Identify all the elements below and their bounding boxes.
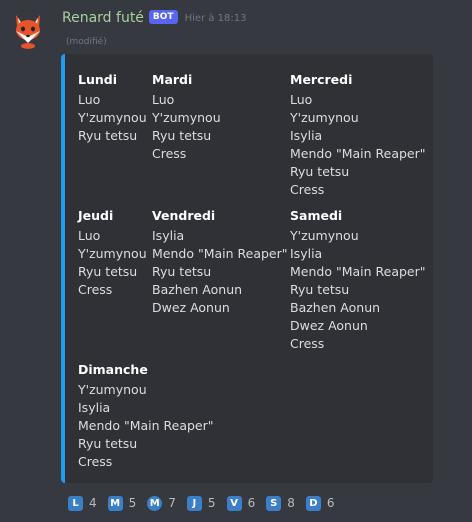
field-name: Jeudi [78, 208, 114, 223]
reaction-d[interactable]: D 6 [305, 493, 335, 513]
reaction-count: 4 [89, 496, 97, 510]
field-value: Ryu tetsu [78, 128, 138, 143]
reaction-count: 6 [326, 496, 335, 510]
reaction-l[interactable]: L 4 [68, 493, 97, 513]
field-value: Bazhen Aonun [152, 282, 243, 297]
field-value: Dwez Aonun [290, 318, 368, 333]
regional-indicator-s-icon: S [266, 495, 282, 511]
edited-label: (modifié) [66, 37, 107, 47]
field-value: Mendo "Main Reaper" [152, 246, 288, 261]
field-value: Ryu tetsu [78, 264, 138, 279]
reaction-count: 7 [168, 496, 176, 510]
embed-field-mardi: Mardi Luo Y'zumynou Ryu tetsu Cress [152, 71, 221, 163]
embed: Lundi Luo Y'zumynou Ryu tetsu Mardi Luo … [61, 54, 433, 483]
field-value: Isylia [290, 246, 323, 261]
field-value: Y'zumynou [152, 110, 221, 125]
field-value: Luo [78, 228, 101, 243]
reaction-j[interactable]: J 5 [186, 493, 216, 513]
embed-field-vendredi: Vendredi Isylia Mendo "Main Reaper" Ryu … [152, 207, 288, 317]
field-value: Y'zumynou [290, 110, 359, 125]
field-value: Luo [78, 92, 101, 107]
regional-indicator-m-icon: M [107, 495, 123, 511]
embed-field-dimanche: Dimanche Y'zumynou Isylia Mendo "Main Re… [78, 361, 214, 471]
regional-indicator-d-icon: D [305, 495, 321, 511]
field-value: Mendo "Main Reaper" [290, 146, 426, 161]
reaction-count: 5 [207, 496, 216, 510]
field-value: Y'zumynou [78, 110, 147, 125]
reactions-bar: L 4 M 5 M 7 J 5 V 6 S 8 D 6 [68, 493, 345, 513]
field-name: Mardi [152, 72, 193, 87]
field-value: Cress [290, 336, 325, 351]
regional-indicator-v-icon: V [226, 495, 242, 511]
username[interactable]: Renard futé [62, 10, 144, 26]
embed-field-samedi: Samedi Y'zumynou Isylia Mendo "Main Reap… [290, 207, 426, 353]
field-value: Isylia [78, 400, 111, 415]
field-value: Ryu tetsu [152, 264, 212, 279]
reaction-count: 5 [128, 496, 137, 510]
bot-badge: BOT [148, 10, 178, 24]
field-value: Cress [152, 146, 187, 161]
field-value: Mendo "Main Reaper" [78, 418, 214, 433]
message-header: Renard futé BOT Hier à 18:13 [62, 8, 246, 28]
field-name: Mercredi [290, 72, 353, 87]
field-value: Cress [78, 454, 113, 469]
field-value: Cress [290, 182, 325, 197]
embed-field-jeudi: Jeudi Luo Y'zumynou Ryu tetsu Cress [78, 207, 147, 299]
field-value: Y'zumynou [78, 246, 147, 261]
field-value: Isylia [290, 128, 323, 143]
field-value: Ryu tetsu [290, 282, 350, 297]
field-value: Luo [290, 92, 313, 107]
field-value: Y'zumynou [78, 382, 147, 397]
embed-field-lundi: Lundi Luo Y'zumynou Ryu tetsu [78, 71, 147, 145]
field-value: Mendo "Main Reaper" [290, 264, 426, 279]
regional-indicator-j-icon: J [186, 495, 202, 511]
field-value: Cress [78, 282, 113, 297]
reaction-m[interactable]: M 5 [107, 493, 137, 513]
field-value: Luo [152, 92, 175, 107]
reaction-v[interactable]: V 6 [226, 493, 256, 513]
reaction-s[interactable]: S 8 [266, 493, 295, 513]
field-name: Dimanche [78, 362, 148, 377]
field-value: Dwez Aonun [152, 300, 230, 315]
field-value: Ryu tetsu [78, 436, 138, 451]
field-value: Isylia [152, 228, 185, 243]
reaction-circled-m[interactable]: M 7 [147, 493, 176, 513]
avatar[interactable] [8, 9, 48, 49]
circled-m-icon: M [147, 495, 163, 511]
regional-indicator-l-icon: L [68, 495, 83, 511]
embed-field-mercredi: Mercredi Luo Y'zumynou Isylia Mendo "Mai… [290, 71, 426, 199]
field-name: Lundi [78, 72, 117, 87]
field-value: Ryu tetsu [152, 128, 212, 143]
reaction-count: 8 [287, 496, 295, 510]
field-name: Vendredi [152, 208, 216, 223]
field-value: Bazhen Aonun [290, 300, 381, 315]
reaction-count: 6 [247, 496, 256, 510]
field-name: Samedi [290, 208, 343, 223]
field-value: Y'zumynou [290, 228, 359, 243]
fox-icon [8, 9, 48, 49]
timestamp[interactable]: Hier à 18:13 [185, 13, 247, 24]
field-value: Ryu tetsu [290, 164, 350, 179]
